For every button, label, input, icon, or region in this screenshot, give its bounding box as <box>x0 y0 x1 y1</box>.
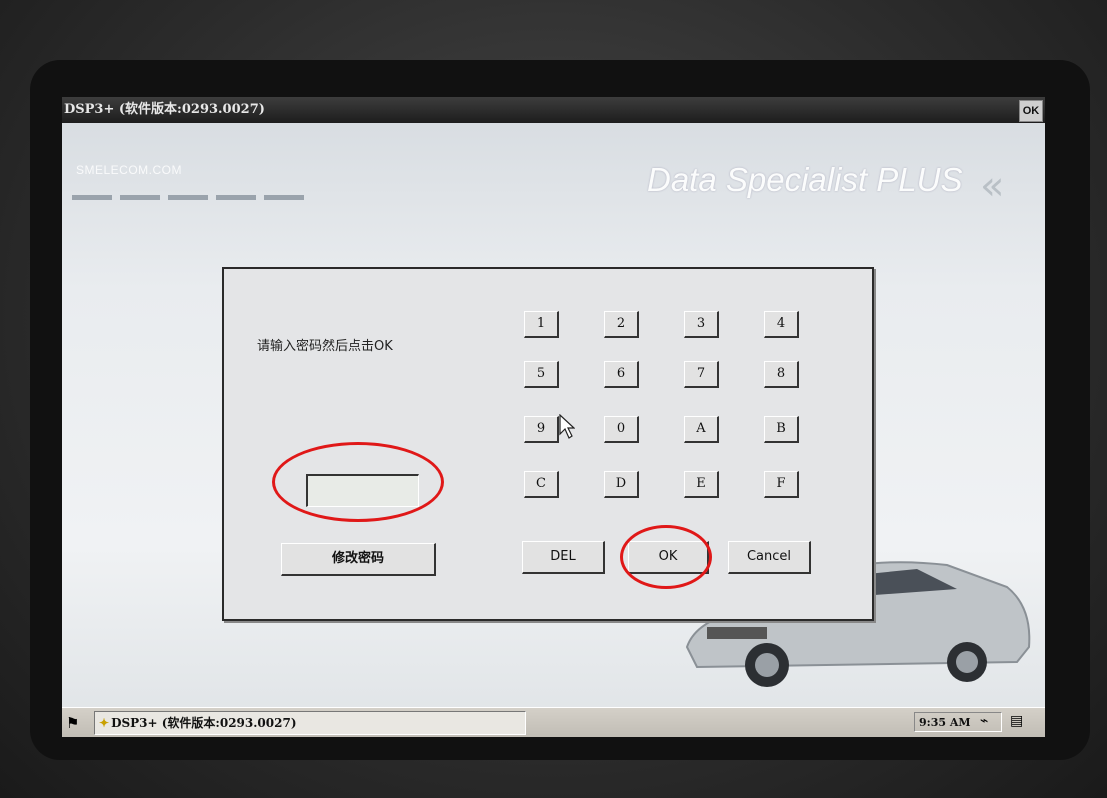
key-c[interactable]: C <box>524 471 559 498</box>
key-8[interactable]: 8 <box>764 361 799 388</box>
change-password-button[interactable]: 修改密码 <box>281 543 436 576</box>
key-b[interactable]: B <box>764 416 799 443</box>
taskbar-clock: 9:35 AM <box>914 712 1002 732</box>
password-dialog: 请输入密码然后点击OK 修改密码 1 2 3 4 5 6 7 8 9 0 A B… <box>222 267 874 621</box>
title-ok-button[interactable]: OK <box>1019 100 1043 122</box>
key-0[interactable]: 0 <box>604 416 639 443</box>
key-a[interactable]: A <box>684 416 719 443</box>
key-1[interactable]: 1 <box>524 311 559 338</box>
chevron-left-icon: « <box>980 163 1005 209</box>
network-icon[interactable]: ⌁ <box>980 713 988 729</box>
password-field-highlight <box>272 442 444 522</box>
mouse-cursor-icon <box>559 414 575 439</box>
key-d[interactable]: D <box>604 471 639 498</box>
keyboard-icon[interactable]: ▤ <box>1010 713 1023 729</box>
key-9[interactable]: 9 <box>524 416 559 443</box>
key-4[interactable]: 4 <box>764 311 799 338</box>
taskbar-task-label: DSP3+ (软件版本:0293.0027) <box>111 716 297 730</box>
taskbar: ⚑ ✦ DSP3+ (软件版本:0293.0027) 9:35 AM ⌁ ▤ <box>62 707 1045 737</box>
del-button[interactable]: DEL <box>522 541 605 574</box>
app-icon: ✦ <box>99 716 110 730</box>
title-bar: DSP3+ (软件版本:0293.0027) OK <box>62 97 1045 123</box>
key-f[interactable]: F <box>764 471 799 498</box>
background-stripes <box>72 185 332 200</box>
key-2[interactable]: 2 <box>604 311 639 338</box>
key-3[interactable]: 3 <box>684 311 719 338</box>
key-5[interactable]: 5 <box>524 361 559 388</box>
windows-flag-icon[interactable]: ⚑ <box>66 714 79 732</box>
ok-button-highlight <box>620 525 712 589</box>
key-7[interactable]: 7 <box>684 361 719 388</box>
background-product-title: Data Specialist PLUS <box>647 161 963 198</box>
key-6[interactable]: 6 <box>604 361 639 388</box>
screen: DSP3+ (软件版本:0293.0027) OK SMELECOM.COM D… <box>62 97 1045 737</box>
background-brand: SMELECOM.COM <box>76 163 183 177</box>
key-e[interactable]: E <box>684 471 719 498</box>
taskbar-task-button[interactable]: ✦ DSP3+ (软件版本:0293.0027) <box>94 711 526 735</box>
cancel-button[interactable]: Cancel <box>728 541 811 574</box>
password-prompt: 请输入密码然后点击OK <box>257 339 393 354</box>
window-title: DSP3+ (软件版本:0293.0027) <box>64 102 265 117</box>
